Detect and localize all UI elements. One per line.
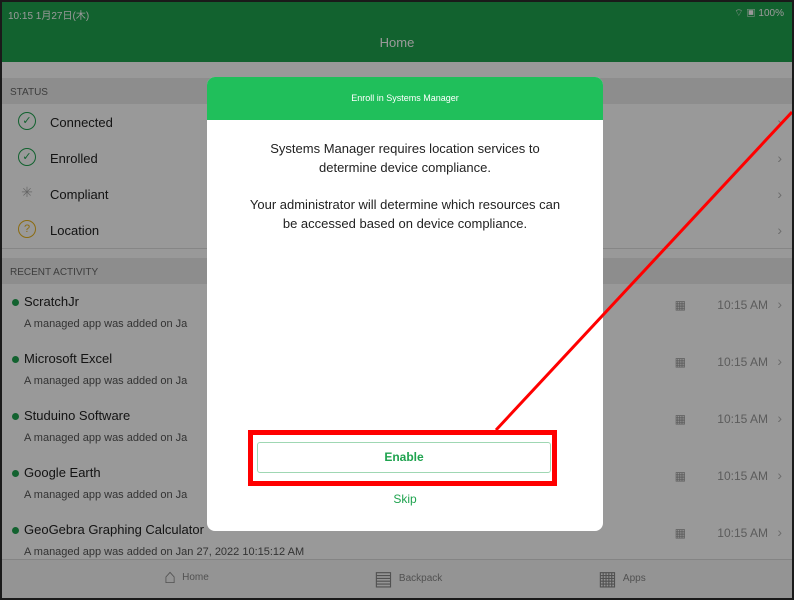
screenshot-frame: 10:15 1月27日(木) ⌔ ▣ 100% Home STATUS ✓ Co… bbox=[0, 0, 794, 600]
annotation-arrow bbox=[494, 110, 792, 432]
